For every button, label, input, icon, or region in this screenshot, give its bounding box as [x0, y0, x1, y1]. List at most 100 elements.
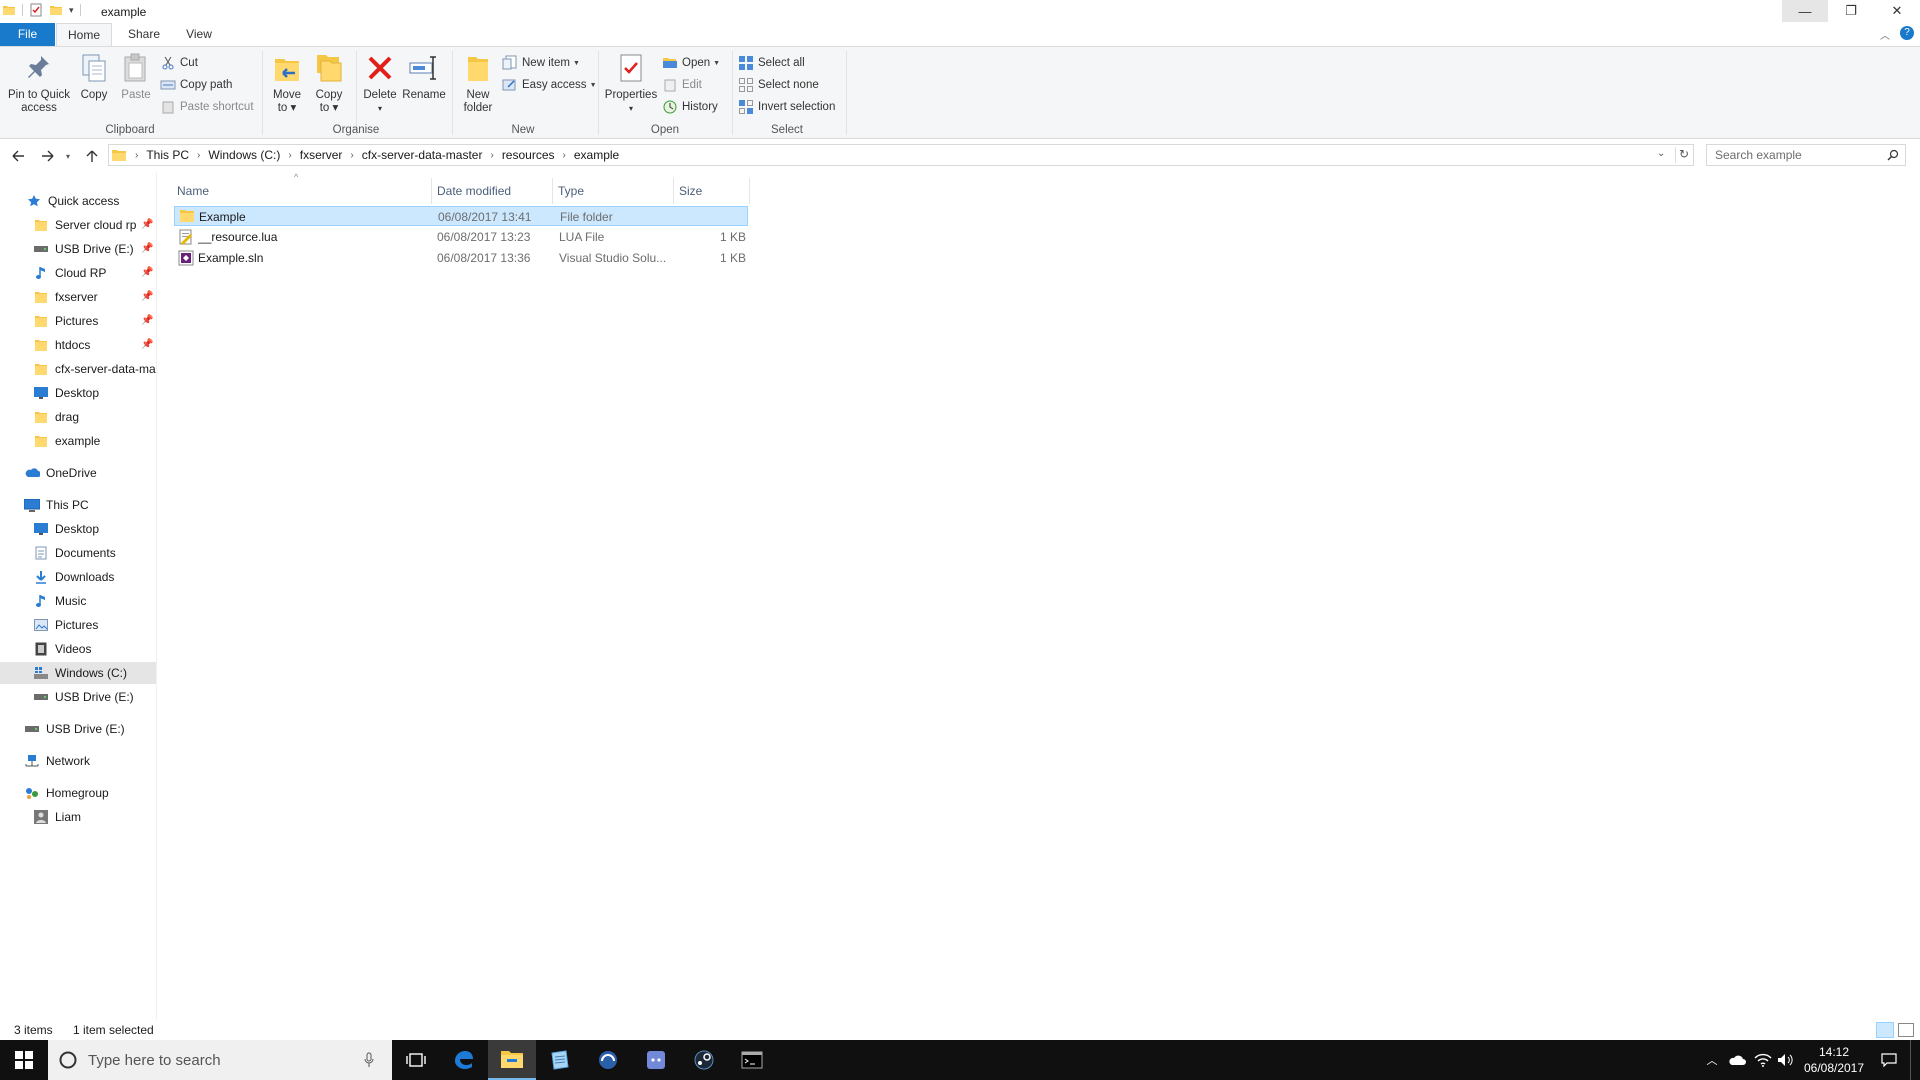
show-desktop-button[interactable]	[1910, 1040, 1911, 1080]
nav-item-windows-c[interactable]: Windows (C:)	[0, 662, 156, 684]
nav-network[interactable]: Network	[0, 750, 156, 772]
up-button[interactable]	[82, 147, 102, 165]
taskbar-app-notepad[interactable]	[536, 1040, 584, 1080]
properties-quick-icon[interactable]	[29, 3, 43, 17]
taskbar-app-steam[interactable]	[680, 1040, 728, 1080]
address-bar[interactable]: › This PC › Windows (C:) › fxserver › cf…	[108, 144, 1694, 166]
start-button[interactable]	[0, 1040, 48, 1080]
nav-item-liam[interactable]: Liam	[0, 806, 156, 828]
file-row[interactable]: Example.sln 06/08/2017 13:36 Visual Stud…	[174, 248, 748, 268]
chevron-right-icon[interactable]: ›	[559, 150, 570, 161]
column-header-name[interactable]: Name	[172, 178, 432, 204]
nav-item-usb-drive[interactable]: USB Drive (E:) 📌	[0, 238, 156, 260]
nav-item-desktop[interactable]: Desktop	[0, 518, 156, 540]
rename-button[interactable]: Rename	[402, 51, 446, 102]
nav-homegroup[interactable]: Homegroup	[0, 782, 156, 804]
cut-button[interactable]: Cut	[160, 53, 198, 73]
nav-item-server-cloud-rp[interactable]: Server cloud rp 📌	[0, 214, 156, 236]
pin-icon[interactable]: 📌	[141, 243, 153, 254]
copy-to-button[interactable]: Copy to ▾	[310, 51, 348, 115]
tab-home[interactable]: Home	[56, 23, 112, 47]
nav-item-usb-drive-pc[interactable]: USB Drive (E:)	[0, 686, 156, 708]
wifi-icon[interactable]	[1752, 1040, 1774, 1080]
nav-item-desktop-quick[interactable]: Desktop	[0, 382, 156, 404]
tab-file[interactable]: File	[0, 23, 55, 46]
nav-item-drag[interactable]: drag	[0, 406, 156, 428]
show-hidden-icons-icon[interactable]: ︿	[1704, 1040, 1720, 1080]
microphone-icon[interactable]	[364, 1052, 374, 1068]
pin-icon[interactable]: 📌	[141, 219, 153, 230]
close-button[interactable]: ✕	[1874, 0, 1920, 22]
taskbar-file-explorer[interactable]	[488, 1040, 536, 1080]
crumb-example[interactable]: example	[570, 148, 623, 162]
pin-icon[interactable]: 📌	[141, 267, 153, 278]
easy-access-button[interactable]: Easy access ▼	[502, 75, 597, 95]
help-icon[interactable]: ?	[1900, 26, 1914, 40]
nav-item-htdocs[interactable]: htdocs 📌	[0, 334, 156, 356]
nav-item-pictures-quick[interactable]: Pictures 📌	[0, 310, 156, 332]
column-header-type[interactable]: Type	[553, 178, 674, 204]
nav-item-cfx-server-data-master[interactable]: cfx-server-data-master	[0, 358, 156, 380]
crumb-resources[interactable]: resources	[498, 148, 559, 162]
copy-button[interactable]: Copy	[74, 51, 114, 102]
restore-button[interactable]: ❐	[1828, 0, 1874, 22]
new-folder-quick-icon[interactable]	[49, 3, 63, 17]
nav-this-pc[interactable]: This PC	[0, 494, 156, 516]
nav-quick-access[interactable]: Quick access	[0, 190, 156, 212]
column-header-date-modified[interactable]: Date modified	[432, 178, 553, 204]
crumb-windows-c[interactable]: Windows (C:)	[204, 148, 284, 162]
paste-shortcut-button[interactable]: Paste shortcut	[160, 97, 254, 117]
select-none-button[interactable]: Select none	[738, 75, 819, 95]
pin-icon[interactable]: 📌	[141, 315, 153, 326]
nav-item-music[interactable]: Music	[0, 590, 156, 612]
chevron-right-icon[interactable]: ›	[193, 150, 204, 161]
nav-item-example[interactable]: example	[0, 430, 156, 452]
crumb-fxserver[interactable]: fxserver	[296, 148, 347, 162]
minimize-button[interactable]: —	[1782, 0, 1828, 22]
properties-button[interactable]: Properties ▾	[602, 51, 660, 115]
select-all-button[interactable]: Select all	[738, 53, 805, 73]
taskbar-clock[interactable]: 14:12 06/08/2017	[1792, 1044, 1876, 1076]
address-dropdown-icon[interactable]: ⌄	[1657, 148, 1665, 159]
nav-item-documents[interactable]: Documents	[0, 542, 156, 564]
move-to-button[interactable]: Move to ▾	[268, 51, 306, 115]
taskbar-search-input[interactable]: Type here to search	[48, 1040, 392, 1080]
nav-onedrive[interactable]: OneDrive	[0, 462, 156, 484]
nav-item-cloud-rp[interactable]: Cloud RP 📌	[0, 262, 156, 284]
paste-button[interactable]: Paste	[116, 51, 156, 102]
chevron-right-icon[interactable]: ›	[284, 150, 295, 161]
file-row[interactable]: Example 06/08/2017 13:41 File folder	[174, 206, 748, 226]
taskbar-app-teamspeak[interactable]	[584, 1040, 632, 1080]
details-view-icon[interactable]	[1876, 1022, 1894, 1038]
action-center-icon[interactable]	[1876, 1040, 1902, 1080]
search-input[interactable]: Search example	[1706, 144, 1906, 166]
pin-to-quick-access-button[interactable]: Pin to Quick access	[6, 51, 72, 115]
new-item-button[interactable]: New item ▼	[502, 53, 580, 73]
nav-item-pictures[interactable]: Pictures	[0, 614, 156, 636]
pin-icon[interactable]: 📌	[141, 339, 153, 350]
open-button[interactable]: Open ▼	[662, 53, 720, 73]
forward-button[interactable]	[38, 147, 58, 165]
file-row[interactable]: __resource.lua 06/08/2017 13:23 LUA File…	[174, 227, 748, 247]
nav-usb-drive-root[interactable]: USB Drive (E:)	[0, 718, 156, 740]
taskbar-app-command-prompt[interactable]	[728, 1040, 776, 1080]
customize-toolbar-dropdown-icon[interactable]: ▾	[69, 5, 74, 16]
tab-share[interactable]: Share	[118, 23, 170, 46]
collapse-ribbon-icon[interactable]: ︿	[1880, 27, 1890, 42]
edit-button[interactable]: Edit	[662, 75, 702, 95]
search-icon[interactable]	[1887, 149, 1899, 161]
back-button[interactable]	[8, 147, 28, 165]
crumb-this-pc[interactable]: This PC	[142, 148, 193, 162]
chevron-right-icon[interactable]: ›	[131, 150, 142, 161]
chevron-right-icon[interactable]: ›	[346, 150, 357, 161]
large-icons-view-icon[interactable]	[1898, 1023, 1914, 1037]
recent-locations-dropdown[interactable]: ▾	[62, 147, 74, 165]
refresh-icon[interactable]: ↻	[1679, 147, 1689, 161]
chevron-right-icon[interactable]: ›	[486, 150, 497, 161]
column-header-size[interactable]: Size	[674, 178, 750, 204]
taskbar-app-discord[interactable]	[632, 1040, 680, 1080]
nav-item-videos[interactable]: Videos	[0, 638, 156, 660]
crumb-cfx-server-data-master[interactable]: cfx-server-data-master	[358, 148, 487, 162]
invert-selection-button[interactable]: Invert selection	[738, 97, 835, 117]
history-button[interactable]: History	[662, 97, 718, 117]
